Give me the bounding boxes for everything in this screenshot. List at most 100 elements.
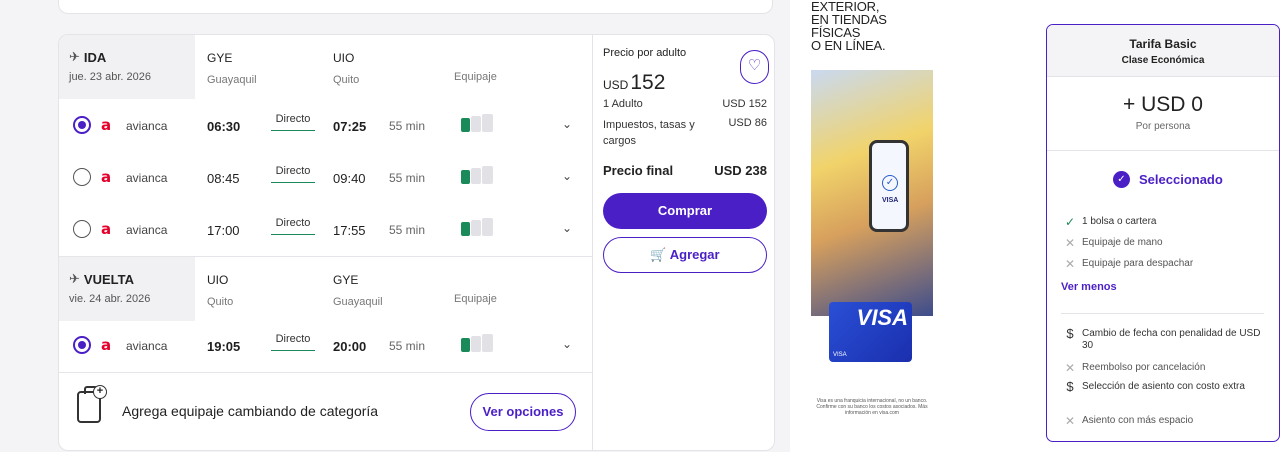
arrival-time: 07:25 — [333, 119, 367, 134]
flight-row[interactable]: a avianca 06:30 Directo 07:25 55 min ⌄ — [59, 99, 592, 151]
plane-icon: ✈ — [69, 49, 80, 64]
previous-card-edge — [58, 0, 773, 14]
luggage-icons — [461, 218, 493, 236]
luggage-header: Equipaje — [454, 71, 497, 83]
final-price-label: Precio final — [603, 163, 674, 178]
flight-radio[interactable] — [73, 116, 91, 134]
final-price-line: Precio final USD 238 — [603, 163, 767, 178]
buy-button[interactable]: Comprar — [603, 193, 767, 229]
feature-text: Equipaje de mano — [1082, 237, 1163, 248]
origin-code: GYE — [207, 51, 233, 65]
card-small-logo: VISA — [833, 352, 847, 358]
fare-per-person: Por persona — [1135, 121, 1191, 132]
currency: USD — [603, 78, 629, 92]
checked-bag-icon — [482, 114, 493, 132]
cross-icon: ✕ — [1064, 236, 1076, 250]
selected-indicator[interactable]: ✓ Seleccionado — [1113, 171, 1223, 188]
carry-on-icon — [471, 116, 481, 132]
fare-title: Tarifa Basic — [1129, 37, 1197, 51]
outbound-destination: UIO Quito — [333, 51, 359, 86]
check-icon: ✓ — [882, 175, 898, 191]
duration: 55 min — [389, 339, 426, 353]
flight-row[interactable]: a avianca 19:05 Directo 20:00 55 min ⌄ — [59, 319, 592, 371]
flight-radio[interactable] — [73, 336, 91, 354]
feature-text: 1 bolsa o cartera — [1082, 216, 1157, 227]
stops-label: Directo — [271, 217, 315, 235]
chevron-down-icon[interactable]: ⌄ — [562, 337, 572, 351]
selected-label: Seleccionado — [1139, 172, 1223, 187]
fare-condition: ✕ Reembolso por cancelación — [1064, 362, 1205, 374]
airline-name: avianca — [126, 223, 168, 237]
origin-city: Quito — [207, 296, 234, 308]
flight-radio[interactable] — [73, 220, 91, 238]
fare-feature: ✕ Equipaje de mano — [1064, 237, 1163, 249]
condition-text: Selección de asiento con costo extra — [1082, 381, 1245, 392]
luggage-header: Equipaje — [454, 293, 497, 305]
show-less-link[interactable]: Ver menos — [1061, 281, 1117, 293]
dollar-icon: $ — [1066, 379, 1074, 394]
return-title: VUELTA — [83, 271, 134, 287]
chevron-down-icon[interactable]: ⌄ — [562, 221, 572, 235]
fare-price: + USD 0 — [1123, 93, 1203, 116]
heart-icon[interactable]: ♡ — [740, 50, 769, 84]
flight-row[interactable]: a avianca 08:45 Directo 09:40 55 min ⌄ — [59, 151, 592, 203]
arrival-time: 20:00 — [333, 339, 367, 354]
return-header: ✈ VUELTA vie. 24 abr. 2026 UIO Quito GYE … — [59, 257, 592, 321]
fare-condition: $ Selección de asiento con costo extra — [1064, 379, 1264, 394]
arrival-time: 17:55 — [333, 223, 366, 238]
add-to-cart-button[interactable]: 🛒 Agregar — [603, 237, 767, 273]
cart-icon: 🛒 — [650, 247, 667, 262]
return-direction-box: ✈ VUELTA vie. 24 abr. 2026 — [59, 257, 195, 321]
chevron-down-icon[interactable]: ⌄ — [562, 169, 572, 183]
fare-condition: $ Cambio de fecha con penalidad de USD 30 — [1064, 327, 1264, 352]
visa-ad-banner[interactable]: EXTERIOR, EN TIENDAS FÍSICAS O EN LÍNEA.… — [808, 0, 933, 452]
fare-feature: ✓ 1 bolsa o cartera — [1064, 216, 1157, 228]
destination-code: UIO — [333, 51, 355, 65]
stops-label: Directo — [271, 165, 315, 183]
cross-icon: ✕ — [1064, 414, 1076, 428]
visa-logo: VISA — [856, 305, 908, 330]
price-line: 1 Adulto USD 152 — [603, 98, 767, 110]
final-price-value: USD 238 — [714, 163, 767, 178]
view-options-button[interactable]: Ver opciones — [470, 393, 576, 431]
flight-options: ✈ IDA jue. 23 abr. 2026 GYE Guayaquil UIO… — [59, 35, 592, 450]
destination-city: Quito — [333, 74, 360, 86]
carry-on-icon — [471, 336, 481, 352]
avianca-logo-icon: a — [101, 336, 112, 354]
fare-option-card[interactable]: Tarifa Basic Clase Económica + USD 0 Por… — [1046, 24, 1280, 442]
fare-feature: ✕ Equipaje para despachar — [1064, 258, 1193, 270]
price-summary: Precio por adulto ♡ USD152 1 Adulto USD 1… — [592, 35, 774, 450]
flight-radio[interactable] — [73, 168, 91, 186]
condition-text: Reembolso por cancelación — [1082, 362, 1206, 373]
chevron-down-icon[interactable]: ⌄ — [562, 117, 572, 131]
carry-on-icon — [471, 220, 481, 236]
fare-header: Tarifa Basic Clase Económica — [1047, 25, 1279, 77]
check-circle-icon: ✓ — [1113, 171, 1130, 188]
flight-result-card: ✈ IDA jue. 23 abr. 2026 GYE Guayaquil UIO… — [58, 34, 775, 451]
departure-time: 06:30 — [207, 119, 241, 134]
personal-item-icon — [461, 170, 470, 184]
departure-time: 17:00 — [207, 223, 240, 238]
avianca-logo-icon: a — [101, 220, 112, 238]
stops-label: Directo — [271, 333, 315, 351]
arrival-time: 09:40 — [333, 171, 366, 186]
phone-brand: VISA — [882, 197, 899, 204]
airline-name: avianca — [126, 339, 168, 353]
avianca-logo-icon: a — [101, 168, 112, 186]
flight-row[interactable]: a avianca 17:00 Directo 17:55 55 min ⌄ — [59, 203, 592, 255]
price-per-adult-label: Precio por adulto — [603, 47, 687, 59]
condition-text: Cambio de fecha con penalidad de USD 30 — [1082, 328, 1261, 351]
personal-item-icon — [461, 118, 470, 132]
condition-text: Asiento con más espacio — [1082, 415, 1194, 426]
outbound-date: jue. 23 abr. 2026 — [69, 71, 151, 83]
origin-city: Guayaquil — [207, 74, 257, 86]
check-icon: ✓ — [1064, 215, 1076, 229]
carry-on-icon — [471, 168, 481, 184]
outbound-direction-box: ✈ IDA jue. 23 abr. 2026 — [59, 35, 195, 99]
plus-icon: + — [93, 385, 107, 399]
checked-bag-icon — [482, 334, 493, 352]
personal-item-icon — [461, 338, 470, 352]
fare-condition: ✕ Asiento con más espacio — [1064, 415, 1193, 427]
checked-bag-icon — [482, 218, 493, 236]
add-label: Agregar — [669, 247, 720, 262]
